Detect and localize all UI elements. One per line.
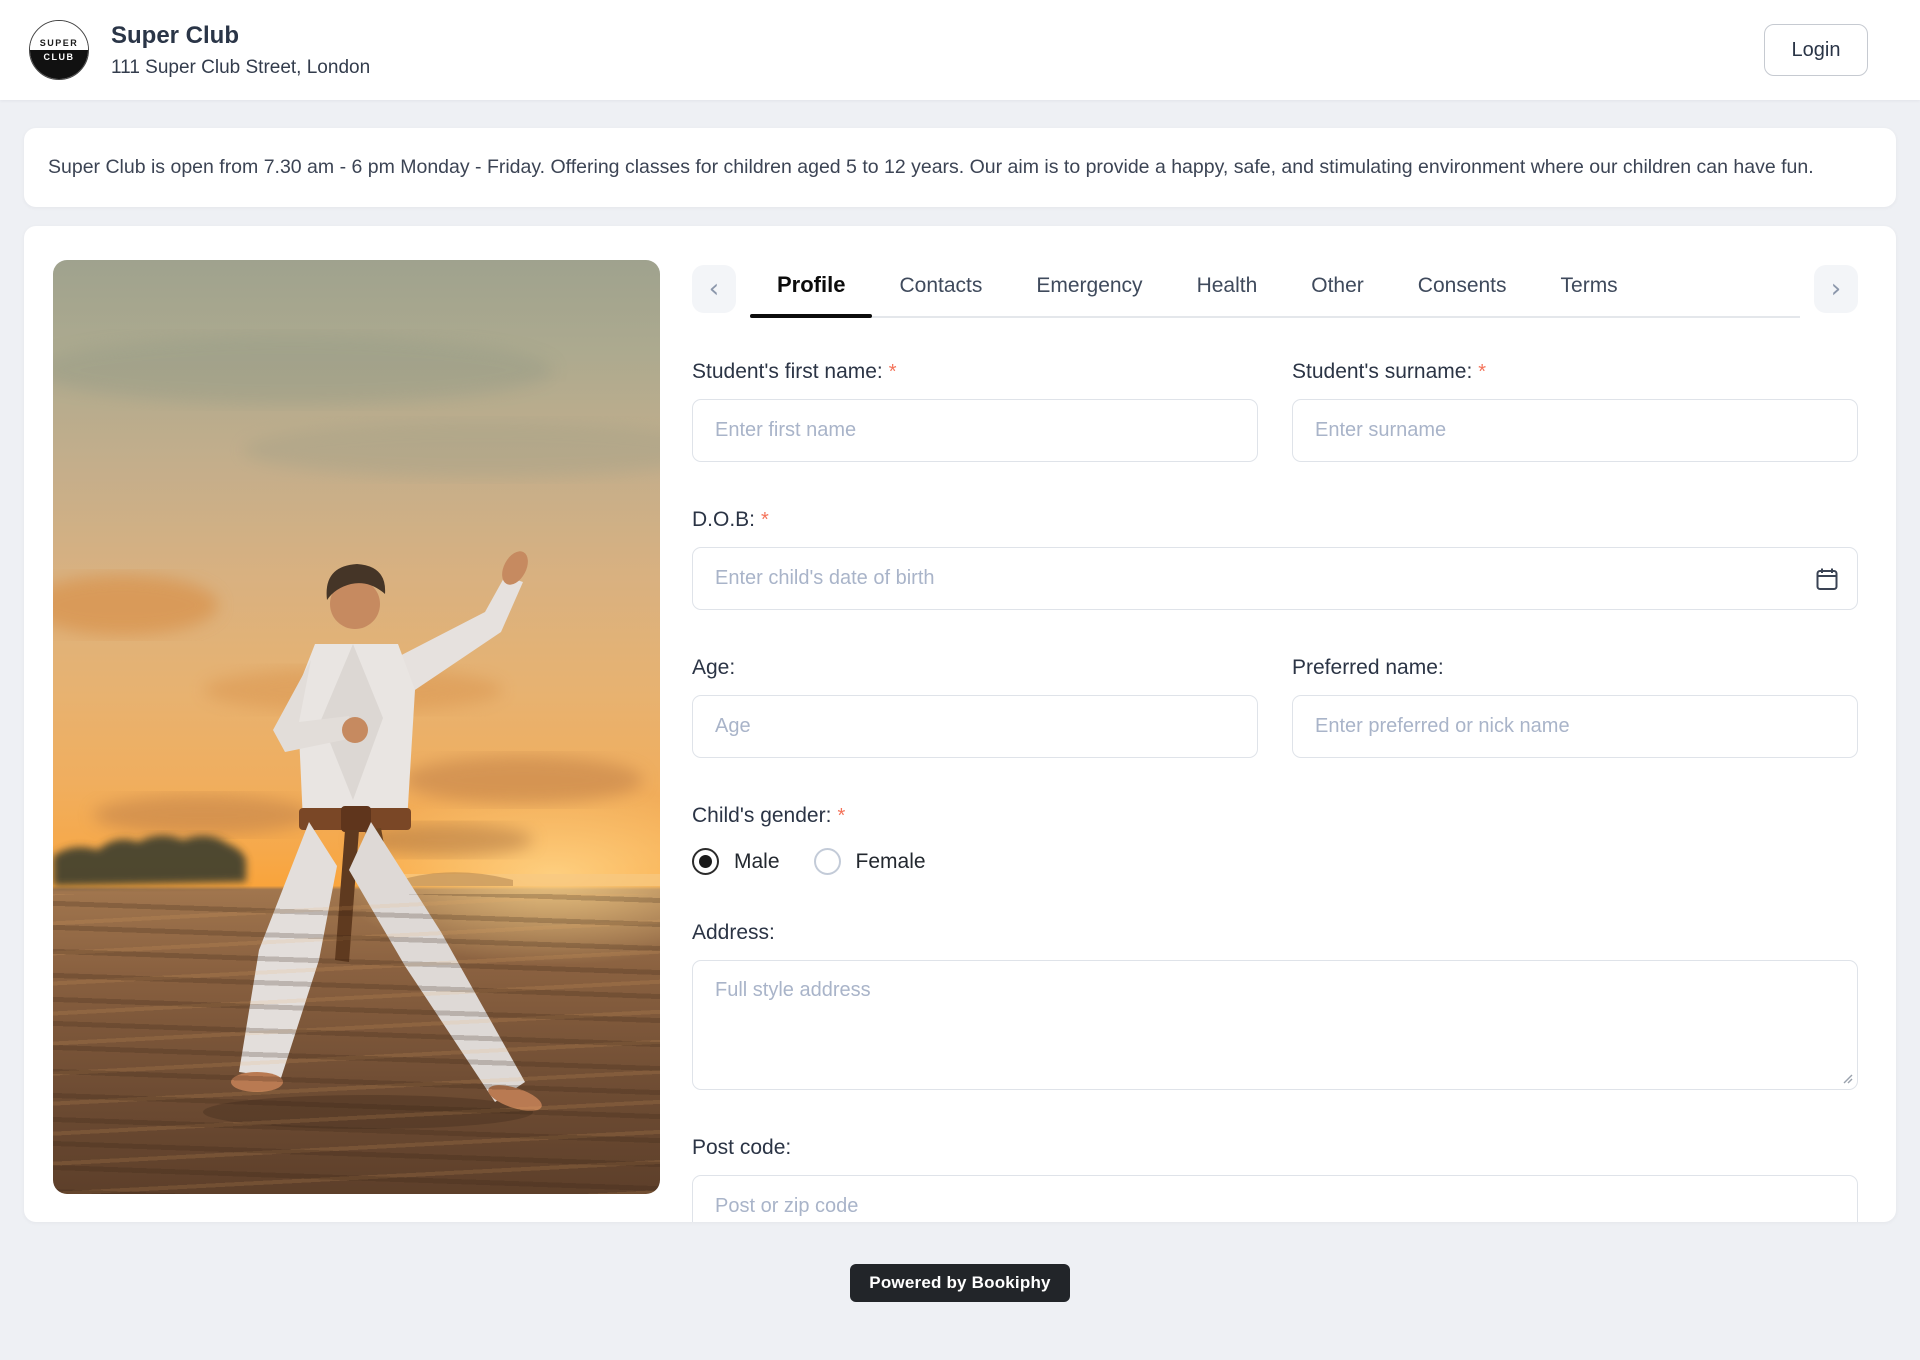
gender-label: Child's gender:*	[692, 804, 1858, 828]
login-button[interactable]: Login	[1764, 24, 1868, 76]
gender-option-female[interactable]: Female	[814, 848, 926, 875]
sand-ripples	[53, 894, 660, 1194]
address-label: Address:	[692, 921, 1858, 945]
preferred-name-label: Preferred name:	[1292, 656, 1858, 680]
first-name-label: Student's first name:*	[692, 360, 1258, 384]
tab-bar: ‹ Profile Contacts Emergency Health Othe…	[692, 260, 1858, 318]
club-name: Super Club	[111, 22, 370, 50]
tab-profile[interactable]: Profile	[750, 260, 872, 316]
tab-emergency[interactable]: Emergency	[1009, 262, 1169, 316]
radio-male-icon[interactable]	[692, 848, 719, 875]
club-hero-image	[53, 260, 660, 1194]
club-info-banner: Super Club is open from 7.30 am - 6 pm M…	[24, 128, 1896, 207]
gender-male-label: Male	[734, 850, 780, 874]
radio-female-icon[interactable]	[814, 848, 841, 875]
dob-input[interactable]	[692, 547, 1858, 610]
calendar-icon[interactable]	[1816, 567, 1838, 591]
post-code-input[interactable]	[692, 1175, 1858, 1222]
surname-input[interactable]	[1292, 399, 1858, 462]
tab-contacts[interactable]: Contacts	[872, 262, 1009, 316]
preferred-name-input[interactable]	[1292, 695, 1858, 758]
tab-list: Profile Contacts Emergency Health Other …	[750, 260, 1800, 318]
club-logo-text-bottom: CLUB	[30, 50, 88, 79]
age-label: Age:	[692, 656, 1258, 680]
required-marker: *	[889, 361, 897, 383]
gender-radio-group: Male Female	[692, 848, 1858, 875]
tab-consents[interactable]: Consents	[1391, 262, 1534, 316]
club-info-text: Super Club is open from 7.30 am - 6 pm M…	[48, 156, 1814, 178]
required-marker: *	[761, 509, 769, 531]
tabs-prev-button[interactable]: ‹	[692, 265, 736, 313]
required-marker: *	[1478, 361, 1486, 383]
surname-label: Student's surname:*	[1292, 360, 1858, 384]
registration-card: ‹ Profile Contacts Emergency Health Othe…	[24, 226, 1896, 1222]
tab-health[interactable]: Health	[1170, 262, 1285, 316]
gender-option-male[interactable]: Male	[692, 848, 780, 875]
club-logo: SUPER CLUB	[29, 20, 89, 80]
gender-female-label: Female	[856, 850, 926, 874]
dob-label: D.O.B:*	[692, 508, 1858, 532]
registration-form: ‹ Profile Contacts Emergency Health Othe…	[692, 260, 1858, 1194]
tab-terms[interactable]: Terms	[1534, 262, 1645, 316]
club-logo-text-top: SUPER	[30, 21, 88, 50]
address-textarea[interactable]	[692, 960, 1858, 1090]
tab-other[interactable]: Other	[1284, 262, 1391, 316]
required-marker: *	[837, 805, 845, 827]
first-name-input[interactable]	[692, 399, 1258, 462]
tabs-next-button[interactable]: ›	[1814, 265, 1858, 313]
club-address: 111 Super Club Street, London	[111, 57, 370, 79]
app-header: SUPER CLUB Super Club 111 Super Club Str…	[0, 0, 1920, 100]
age-input[interactable]	[692, 695, 1258, 758]
powered-by-badge[interactable]: Powered by Bookiphy	[850, 1264, 1069, 1302]
post-code-label: Post code:	[692, 1136, 1858, 1160]
